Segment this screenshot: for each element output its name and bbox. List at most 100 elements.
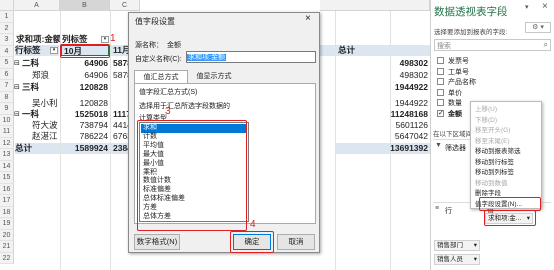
pivot-cell-v2[interactable]: 5878 (111, 70, 128, 81)
row-header[interactable]: 6 (0, 68, 14, 80)
pivot-cell-v2[interactable]: 11177 (111, 109, 128, 120)
context-menu-item[interactable]: 移至末尾(E) (475, 136, 539, 147)
context-menu-item[interactable]: 上移(U) (475, 104, 539, 115)
row-header[interactable]: 11 (0, 126, 14, 138)
column-header-right[interactable] (320, 0, 430, 11)
custom-name-input[interactable]: 求和项:金额 (186, 51, 316, 63)
rows-area[interactable]: ≡ 行 销售部门 ▾ 销售人员 ▾ (433, 202, 483, 265)
pivot-corner[interactable]: 求和项:金额 (16, 34, 60, 45)
row-header[interactable]: 22 (0, 252, 14, 264)
pivot-cell-tot[interactable]: 498302 (336, 58, 430, 69)
column-header-b[interactable]: B (60, 0, 110, 11)
row-header[interactable]: 5 (0, 57, 14, 69)
custom-name-label: 自定义名称(C): (135, 56, 182, 63)
row-header[interactable]: 9 (0, 103, 14, 115)
tab-summarize-by[interactable]: 值汇总方式 (134, 70, 188, 83)
collapse-icon[interactable] (14, 98, 22, 109)
row-header[interactable]: 3 (0, 34, 14, 46)
pane-options-icon[interactable]: ▾ (525, 3, 529, 11)
context-menu-item[interactable]: 移动到列标签 (475, 167, 539, 178)
row-header[interactable]: 8 (0, 91, 14, 103)
value-field-settings-dialog: 值字段设置 × 源名称： 金额 自定义名称(C): 求和项:金额 值汇总方式 值… (128, 12, 320, 253)
row-header[interactable]: 14 (0, 160, 14, 172)
pivot-row-label[interactable]: 一科 (22, 109, 58, 120)
context-menu-item[interactable]: 移动到行标签 (475, 157, 539, 168)
marker-box-value-field (484, 210, 536, 226)
row-header[interactable]: 1 (0, 11, 14, 23)
context-menu-item[interactable]: 移动到数值 (475, 178, 539, 189)
row-header[interactable]: 13 (0, 149, 14, 161)
pivot-cell-v1[interactable]: 738794 (61, 120, 110, 131)
pivot-cell-tot[interactable]: 5601126 (336, 120, 430, 131)
filters-label: 筛选器 (445, 145, 466, 152)
field-checkbox[interactable] (437, 99, 444, 106)
field-checkbox[interactable] (437, 78, 444, 85)
row-header[interactable]: 4 (0, 45, 14, 57)
row-header[interactable]: 15 (0, 172, 14, 184)
row-header[interactable]: 2 (0, 22, 14, 34)
row-filter-dropdown[interactable]: ▾ (50, 47, 58, 54)
pivot-total-header[interactable]: 总计 (320, 45, 430, 56)
pivot-cell-v1[interactable]: 64906 (61, 58, 110, 69)
pivot-cell-tot[interactable]: 498302 (336, 70, 430, 81)
gear-icon[interactable]: ⚙ ▾ (525, 22, 551, 33)
col-filter-dropdown[interactable]: ▾ (101, 36, 109, 43)
pivot-cell-tot[interactable]: 1944922 (336, 98, 430, 109)
pivot-col-11[interactable]: 11月 (111, 45, 128, 56)
column-header-c[interactable]: C (110, 0, 140, 11)
field-checkbox[interactable] (437, 67, 444, 75)
pivot-cell-v2[interactable]: 6763 (111, 131, 128, 142)
pivot-cell-v1[interactable]: 786224 (61, 131, 110, 142)
row-header[interactable]: 19 (0, 218, 14, 230)
pane-close-icon[interactable]: × (542, 1, 548, 12)
pivot-cell-v1[interactable]: 120828 (61, 82, 110, 93)
field-checkbox[interactable] (437, 88, 444, 96)
column-header-a[interactable]: A (14, 0, 60, 11)
pivot-row-label[interactable]: 二科 (22, 58, 58, 69)
collapse-icon[interactable] (14, 131, 22, 142)
row-header[interactable]: 7 (0, 80, 14, 92)
pivot-row-label[interactable]: 总计 (15, 143, 60, 154)
collapse-icon[interactable]: ⊟ (14, 58, 22, 69)
context-menu-item[interactable]: 下移(D) (475, 115, 539, 126)
pivot-cell-v1[interactable]: 64906 (61, 70, 110, 81)
row-header[interactable]: 18 (0, 206, 14, 218)
pivot-cell-tot[interactable]: 1944922 (336, 82, 430, 93)
pivot-cell-v2[interactable]: 23848 (111, 143, 128, 154)
pivot-cell-v2[interactable]: 5878 (111, 58, 128, 69)
row-header[interactable]: 16 (0, 183, 14, 195)
field-search-input[interactable]: 搜索 ⌕ (434, 39, 551, 51)
tab-show-values-as[interactable]: 值显示方式 (188, 71, 240, 83)
field-checkbox[interactable]: ✓ (437, 109, 444, 117)
pivot-cell-v1[interactable]: 120828 (61, 98, 110, 109)
pivot-cell-v2[interactable] (111, 82, 128, 93)
row-header[interactable]: 17 (0, 195, 14, 207)
row-header[interactable]: 20 (0, 229, 14, 241)
row-header[interactable]: 12 (0, 137, 14, 149)
collapse-icon[interactable]: ⊟ (14, 109, 22, 120)
pivot-cell-v2[interactable] (111, 98, 128, 109)
pivot-row-label[interactable]: 三科 (22, 82, 58, 93)
pivot-cell-tot[interactable]: 13691392 (336, 143, 430, 154)
source-name-label: 源名称： (135, 42, 163, 49)
pivot-cell-v2[interactable]: 4414 (111, 120, 128, 131)
pivot-cell-v1[interactable]: 1525018 (61, 109, 110, 120)
row-field-dept-label: 销售部门 (437, 242, 463, 249)
pivot-cell-v1[interactable]: 1589924 (61, 143, 110, 154)
cancel-button[interactable]: 取消 (277, 234, 315, 250)
context-menu-item[interactable]: 移动到报表筛选 (475, 146, 539, 157)
select-all-corner[interactable] (0, 0, 14, 11)
collapse-icon[interactable] (14, 70, 22, 81)
row-header[interactable]: 10 (0, 114, 14, 126)
row-header[interactable]: 21 (0, 241, 14, 253)
context-menu-item[interactable]: 移至开头(G) (475, 125, 539, 136)
pivot-cell-tot[interactable]: 11248168 (336, 109, 430, 120)
row-field-dept[interactable]: 销售部门 ▾ (434, 240, 480, 251)
field-checkbox[interactable] (437, 57, 444, 64)
collapse-icon[interactable] (14, 120, 22, 131)
number-format-button[interactable]: 数字格式(N) (134, 234, 180, 250)
row-field-person[interactable]: 销售人员 ▾ (434, 254, 480, 265)
collapse-icon[interactable]: ⊟ (14, 82, 22, 93)
close-icon[interactable]: × (305, 13, 311, 24)
pivot-cell-tot[interactable]: 5647042 (336, 131, 430, 142)
